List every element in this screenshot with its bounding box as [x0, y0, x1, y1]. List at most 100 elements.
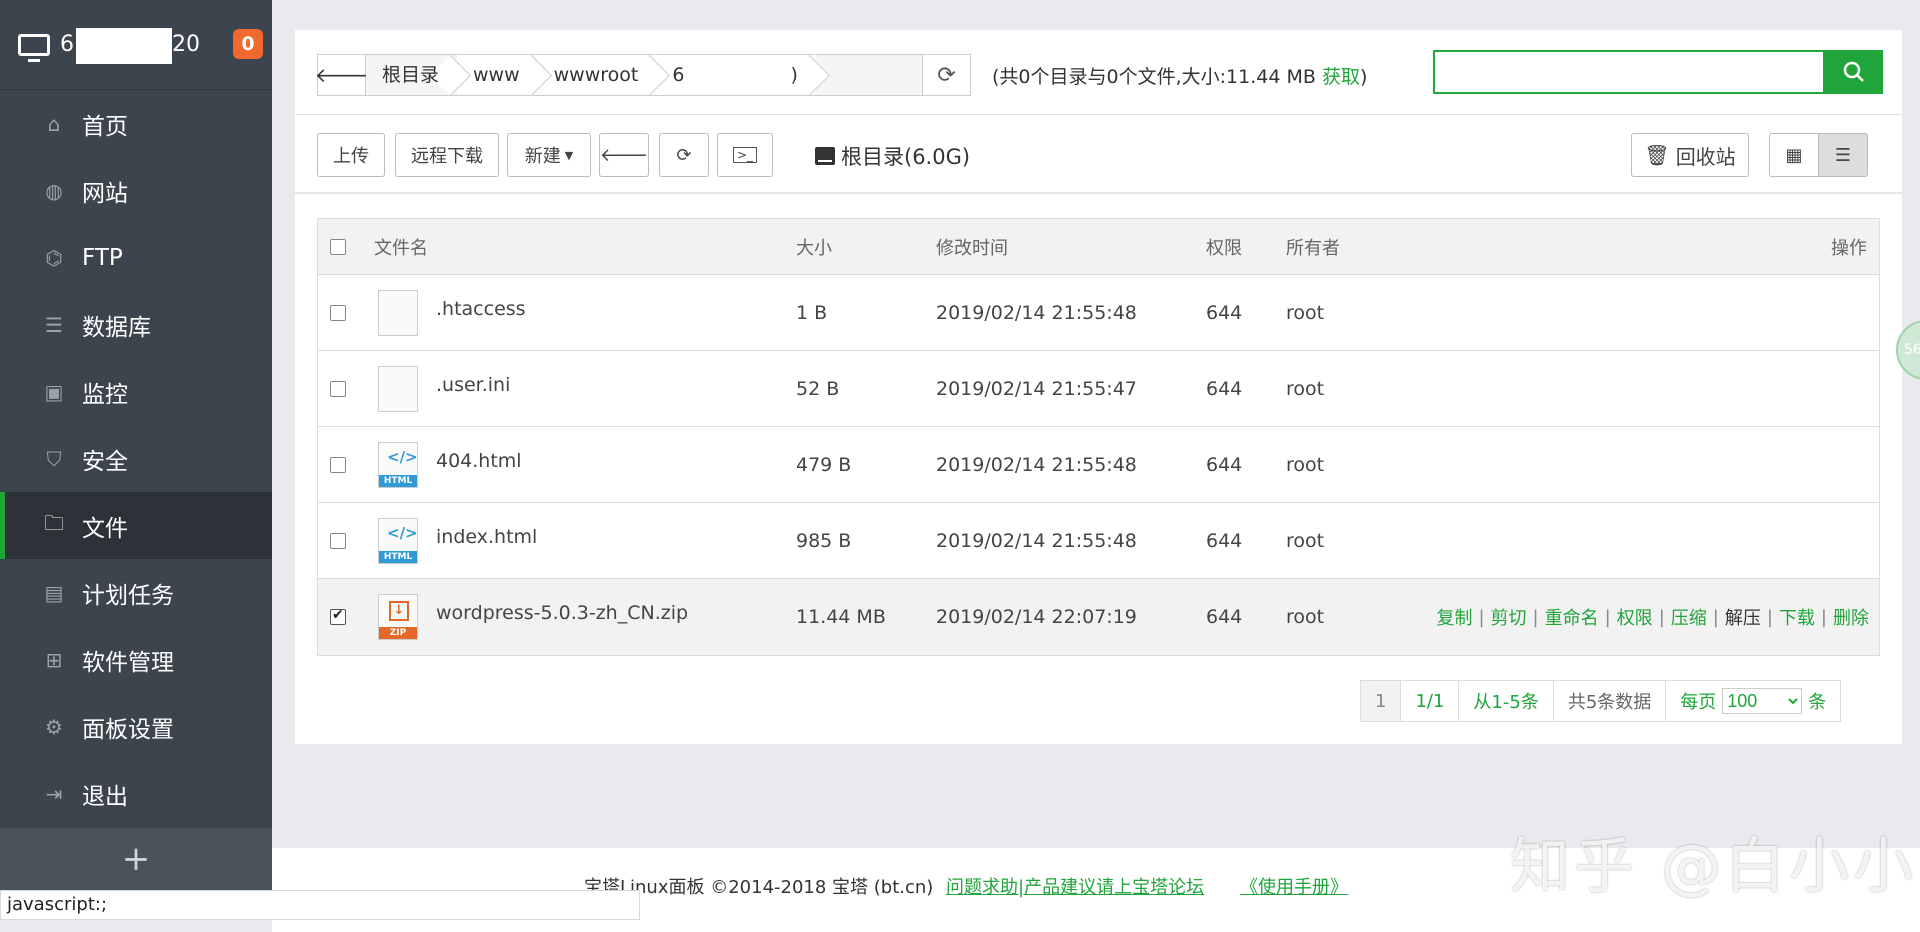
- per-page-unit: 条: [1808, 692, 1827, 713]
- sidebar-item-home[interactable]: ⌂ 首页: [0, 90, 272, 157]
- rename-link[interactable]: 重命名: [1545, 604, 1599, 630]
- sidebar-item-label: 软件管理: [82, 649, 174, 676]
- refresh-button[interactable]: ⟳: [659, 133, 709, 177]
- watermark: 知乎 @白小小: [1510, 832, 1918, 902]
- sidebar-item-software[interactable]: ⊞ 软件管理: [0, 626, 272, 693]
- get-size-link[interactable]: 获取: [1322, 66, 1360, 88]
- file-name[interactable]: .user.ini: [436, 374, 510, 396]
- file-name[interactable]: 404.html: [436, 450, 522, 472]
- row-checkbox[interactable]: [330, 456, 346, 473]
- sidebar-item-database[interactable]: ☰ 数据库: [0, 291, 272, 358]
- zip-file-icon: ↓ ZIP: [378, 594, 418, 640]
- cut-link[interactable]: 剪切: [1491, 604, 1527, 630]
- footer-manual-link[interactable]: 《使用手册》: [1240, 873, 1348, 899]
- permission-link[interactable]: 权限: [1617, 604, 1653, 630]
- upload-button[interactable]: 上传: [317, 133, 385, 177]
- table-row[interactable]: </> HTML 404.html 479 B 2019/02/14 21:55:4…: [318, 427, 1879, 503]
- header-size[interactable]: 大小: [796, 219, 832, 274]
- header-mtime[interactable]: 修改时间: [936, 219, 1008, 274]
- breadcrumb-wwwroot[interactable]: wwwroot: [538, 55, 657, 95]
- gear-icon: ⚙: [45, 714, 63, 739]
- breadcrumb-root[interactable]: 根目录: [366, 55, 458, 95]
- table-row[interactable]: .htaccess 1 B 2019/02/14 21:55:48 644 ro…: [318, 275, 1879, 351]
- search-button[interactable]: [1825, 50, 1883, 94]
- file-size: 985 B: [796, 529, 852, 552]
- sidebar-item-settings[interactable]: ⚙ 面板设置: [0, 693, 272, 760]
- select-all-checkbox[interactable]: [330, 238, 346, 255]
- table-row-selected[interactable]: ↓ZIP wordpress-5.0.3-zh_CN.zip 11.44 MB 2…: [318, 579, 1879, 655]
- row-checkbox[interactable]: [330, 304, 346, 321]
- footer-forum-link[interactable]: 问题求助|产品建议请上宝塔论坛: [946, 873, 1204, 899]
- compress-link[interactable]: 压缩: [1671, 604, 1707, 630]
- file-permission[interactable]: 644: [1206, 275, 1242, 350]
- table-row[interactable]: .user.ini 52 B 2019/02/14 21:55:47 644 r…: [318, 351, 1879, 427]
- download-link[interactable]: 下载: [1779, 604, 1815, 630]
- terminal-button[interactable]: >_: [717, 133, 773, 177]
- disk-info: 根目录(6.0G): [815, 141, 970, 171]
- per-page-select[interactable]: 100: [1722, 688, 1803, 714]
- new-button[interactable]: 新建 ▼: [507, 133, 591, 177]
- add-button[interactable]: +: [0, 828, 272, 890]
- file-name[interactable]: index.html: [436, 526, 537, 548]
- server-header: 6 20 0: [0, 0, 272, 90]
- file-size: 479 B: [796, 453, 852, 476]
- notification-badge[interactable]: 0: [233, 29, 263, 59]
- new-button-label: 新建: [524, 146, 561, 167]
- file-owner: root: [1286, 377, 1325, 400]
- sidebar-item-website[interactable]: ◍ 网站: [0, 157, 272, 224]
- sidebar-item-label: 首页: [82, 113, 128, 140]
- logout-icon: ⇥: [45, 781, 63, 806]
- header-owner: 所有者: [1286, 237, 1340, 259]
- search-input[interactable]: [1435, 52, 1821, 92]
- sidebar-item-logout[interactable]: ⇥ 退出: [0, 760, 272, 827]
- sidebar-item-monitor[interactable]: ▣ 监控: [0, 358, 272, 425]
- file-permission[interactable]: 644: [1206, 579, 1242, 655]
- back-button[interactable]: 🡐: [599, 133, 649, 177]
- file-mtime: 2019/02/14 21:55:47: [936, 377, 1137, 400]
- sidebar-item-ftp[interactable]: ⌬ FTP: [0, 224, 272, 291]
- per-page-label: 每页: [1680, 692, 1717, 713]
- row-checkbox[interactable]: [330, 607, 346, 625]
- server-name-prefix: 6: [60, 31, 74, 57]
- file-owner: root: [1286, 301, 1325, 324]
- grid-view-button[interactable]: ▦: [1769, 133, 1819, 177]
- extract-link[interactable]: 解压: [1725, 604, 1761, 630]
- path-input-area[interactable]: [815, 55, 922, 95]
- file-permission[interactable]: 644: [1206, 503, 1242, 578]
- terminal-icon: >_: [732, 147, 758, 163]
- file-permission[interactable]: 644: [1206, 427, 1242, 502]
- file-owner: root: [1286, 453, 1325, 476]
- sidebar-item-files[interactable]: 🗀 文件: [0, 492, 272, 559]
- page-current[interactable]: 1: [1361, 681, 1402, 721]
- list-view-button[interactable]: ☰: [1818, 133, 1868, 177]
- recycle-label: 回收站: [1675, 144, 1736, 169]
- refresh-path-button[interactable]: ⟳: [922, 55, 970, 95]
- table-row[interactable]: </> HTML index.html 985 B 2019/02/14 21:55…: [318, 503, 1879, 579]
- delete-link[interactable]: 删除: [1833, 604, 1869, 630]
- file-size: 52 B: [796, 377, 840, 400]
- file-icon: [378, 365, 418, 412]
- file-icon: [378, 289, 418, 336]
- sidebar-item-label: 数据库: [82, 314, 151, 341]
- monitor-icon: [18, 33, 50, 62]
- file-name[interactable]: wordpress-5.0.3-zh_CN.zip: [436, 602, 688, 624]
- remote-download-button[interactable]: 远程下载: [395, 133, 499, 177]
- copy-link[interactable]: 复制: [1436, 604, 1472, 630]
- recycle-bin-button[interactable]: 🗑 回收站: [1631, 133, 1749, 177]
- header-operations: 操作: [1831, 237, 1867, 259]
- sidebar-item-cron[interactable]: ▤ 计划任务: [0, 559, 272, 626]
- breadcrumb-site[interactable]: 6 ): [656, 55, 816, 95]
- header-name[interactable]: 文件名: [374, 219, 428, 274]
- table-header: 文件名 大小 修改时间 权限 所有者 操作: [318, 219, 1879, 275]
- file-permission[interactable]: 644: [1206, 351, 1242, 426]
- sidebar-item-label: 网站: [82, 180, 128, 207]
- file-size: 1 B: [796, 301, 828, 324]
- row-checkbox[interactable]: [330, 380, 346, 397]
- sidebar-item-security[interactable]: ⛉ 安全: [0, 425, 272, 492]
- file-owner: root: [1286, 606, 1325, 628]
- refresh-icon: ⟳: [937, 62, 956, 88]
- file-name[interactable]: .htaccess: [436, 298, 526, 320]
- path-back-button[interactable]: 🡐: [315, 55, 368, 95]
- apps-icon: ⊞: [45, 647, 63, 672]
- row-checkbox[interactable]: [330, 532, 346, 549]
